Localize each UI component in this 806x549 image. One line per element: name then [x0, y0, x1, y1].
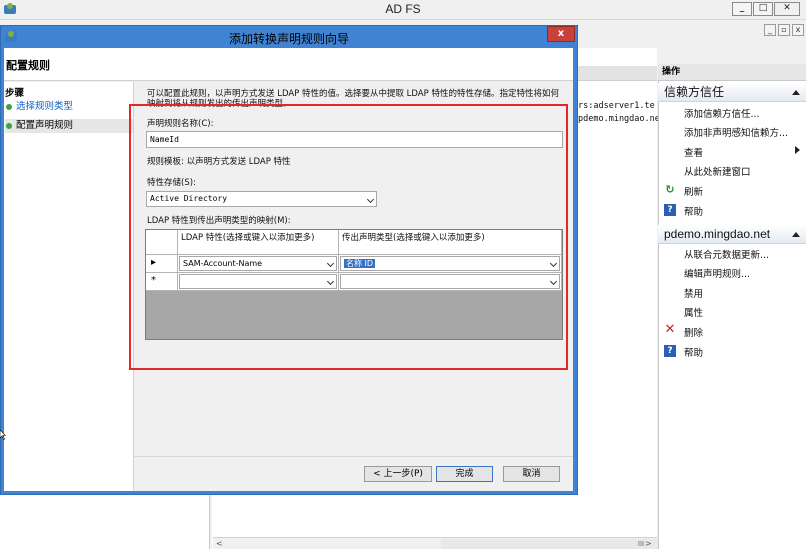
action-help-trust[interactable]: 帮助: [684, 345, 703, 359]
action-add-non-claims-aware[interactable]: 添加非声明感知信赖方...: [684, 125, 788, 139]
actions-section-relying-party[interactable]: 信赖方信任: [658, 83, 806, 102]
collapse-icon[interactable]: [792, 232, 800, 237]
step-choose-rule-type[interactable]: 选择规则类型: [5, 100, 73, 114]
trust-identifier-text: rs:adserver1.te: [578, 101, 655, 111]
back-button[interactable]: < 上一步(P): [364, 466, 432, 482]
dialog-header: [4, 48, 573, 81]
child-minimize-button[interactable]: _: [764, 24, 776, 36]
action-properties[interactable]: 属性: [684, 305, 703, 319]
section-title: 信赖方信任: [664, 85, 725, 99]
delete-icon: ✕: [664, 322, 676, 337]
scroll-right-icon[interactable]: >: [645, 539, 652, 548]
actions-header: 操作: [658, 64, 806, 81]
dialog-close-button[interactable]: x: [547, 26, 575, 42]
step-configure-rule: 配置声明规则: [5, 119, 133, 133]
app-title: AD FS: [385, 2, 421, 16]
mouse-cursor-icon: [0, 430, 6, 440]
steps-panel: [4, 82, 134, 491]
action-help[interactable]: 帮助: [684, 204, 703, 218]
actions-section-trust[interactable]: pdemo.mingdao.net: [658, 225, 806, 244]
action-delete[interactable]: 删除: [684, 325, 703, 339]
minimize-button[interactable]: _: [732, 2, 752, 16]
action-refresh[interactable]: 刷新: [684, 184, 703, 198]
cancel-button[interactable]: 取消: [503, 466, 560, 482]
scroll-left-icon[interactable]: <: [216, 539, 223, 548]
maximize-button[interactable]: □: [753, 2, 773, 16]
highlight-annotation: [129, 104, 568, 370]
dialog-title: 添加转换声明规则向导: [228, 32, 349, 46]
help-icon: ?: [664, 204, 676, 216]
close-button[interactable]: ✕: [774, 2, 800, 16]
action-edit-claim-rules[interactable]: 编辑声明规则...: [684, 266, 750, 280]
action-add-relying-party[interactable]: 添加信赖方信任...: [684, 106, 760, 120]
help-icon: ?: [664, 345, 676, 357]
action-new-window[interactable]: 从此处新建窗口: [684, 164, 751, 178]
steps-heading: 步骤: [5, 88, 25, 99]
collapse-icon[interactable]: [792, 90, 800, 95]
list-column-header: [577, 66, 657, 81]
submenu-arrow-icon: [795, 146, 800, 154]
footer-divider: [134, 456, 573, 457]
child-close-button[interactable]: x: [792, 24, 804, 36]
action-view[interactable]: 查看: [684, 145, 703, 159]
section-title: pdemo.mingdao.net: [664, 227, 771, 241]
horizontal-scrollbar[interactable]: < III >: [213, 537, 806, 549]
page-title: 配置规则: [6, 59, 50, 72]
refresh-icon: ↻: [665, 183, 675, 196]
child-restore-button[interactable]: ▫: [778, 24, 790, 36]
trust-name-text: pdemo.mingdao.ne: [578, 114, 660, 124]
action-update-metadata[interactable]: 从联合元数据更新...: [684, 247, 769, 261]
finish-button[interactable]: 完成: [436, 466, 493, 482]
action-disable[interactable]: 禁用: [684, 286, 703, 300]
